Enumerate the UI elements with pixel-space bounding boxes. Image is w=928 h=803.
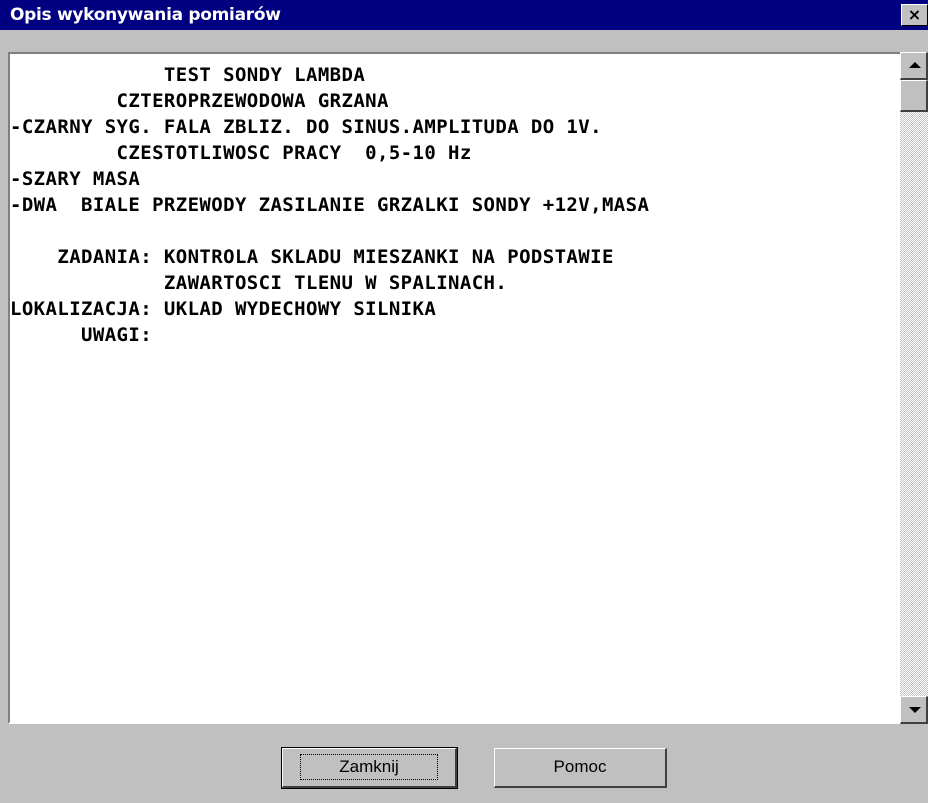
- close-icon[interactable]: ×: [901, 4, 928, 26]
- close-button[interactable]: Zamknij: [281, 747, 458, 789]
- description-textarea[interactable]: TEST SONDY LAMBDA CZTEROPRZEWODOWA GRZAN…: [8, 52, 928, 724]
- arrow-up-icon: [909, 62, 921, 68]
- help-button[interactable]: Pomoc: [494, 748, 667, 788]
- scroll-down-button[interactable]: [900, 696, 928, 724]
- description-line: CZESTOTLIWOSC PRACY 0,5-10 Hz: [10, 142, 472, 164]
- description-text: TEST SONDY LAMBDA CZTEROPRZEWODOWA GRZAN…: [10, 62, 905, 712]
- description-line: LOKALIZACJA: UKLAD WYDECHOWY SILNIKA: [10, 298, 437, 320]
- window-title: Opis wykonywania pomiarów: [10, 5, 281, 25]
- description-line: UWAGI:: [10, 324, 153, 346]
- title-bar: Opis wykonywania pomiarów ×: [0, 0, 928, 30]
- scroll-thumb[interactable]: [900, 80, 928, 112]
- description-line: ZAWARTOSCI TLENU W SPALINACH.: [10, 272, 508, 294]
- description-line: ZADANIA: KONTROLA SKLADU MIESZANKI NA PO…: [10, 246, 614, 268]
- description-line: -CZARNY SYG. FALA ZBLIZ. DO SINUS.AMPLIT…: [10, 116, 602, 138]
- description-line: -SZARY MASA: [10, 168, 141, 190]
- description-line: TEST SONDY LAMBDA: [10, 64, 366, 86]
- scroll-up-button[interactable]: [900, 52, 928, 80]
- description-line: -DWA BIALE PRZEWODY ZASILANIE GRZALKI SO…: [10, 194, 650, 216]
- vertical-scrollbar[interactable]: [900, 52, 928, 724]
- description-line: CZTEROPRZEWODOWA GRZANA: [10, 90, 389, 112]
- close-button-label: Zamknij: [300, 754, 438, 780]
- help-button-label: Pomoc: [553, 757, 607, 776]
- arrow-down-icon: [909, 707, 921, 713]
